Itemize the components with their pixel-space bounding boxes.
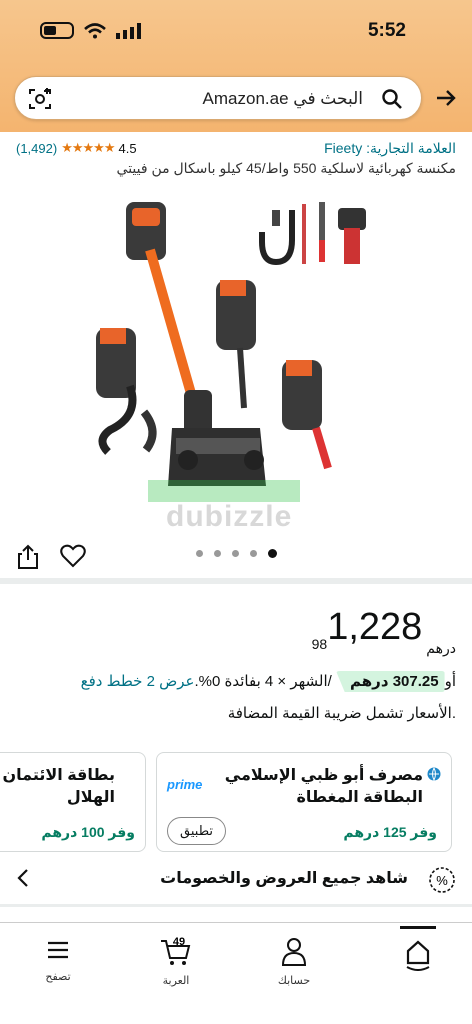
active-tab-indicator: [400, 926, 436, 929]
carousel-dot[interactable]: [250, 550, 257, 557]
status-icons: [40, 22, 142, 39]
status-time: 5:52: [367, 20, 406, 41]
price: درهم 1,228 98: [312, 606, 456, 657]
price-currency: درهم: [426, 640, 456, 656]
share-icon[interactable]: [16, 544, 40, 570]
offer-savings: وفر 125 درهم: [343, 824, 437, 840]
all-offers-link[interactable]: % شاهد جميع العروض والخصومات: [0, 858, 472, 902]
prime-badge: prime: [167, 777, 203, 792]
rating-count[interactable]: (1,492): [16, 141, 57, 156]
price-fraction: 98: [311, 636, 328, 652]
bottom-nav: حسابك 49 العربة تصفح: [0, 922, 472, 1024]
battery-icon: [40, 22, 74, 39]
accessory-images: [259, 202, 366, 266]
handheld-left: [96, 328, 157, 455]
carousel-dot[interactable]: [214, 550, 221, 557]
offer-savings: وفر 100 درهم: [41, 824, 135, 840]
carousel-dot[interactable]: [232, 550, 239, 557]
watermark: dubizzle: [166, 500, 293, 533]
payment-plans-link[interactable]: عرض 2 خطط دفع: [81, 673, 195, 690]
carousel-dots[interactable]: [196, 549, 277, 558]
divider: [0, 904, 472, 907]
carousel-dot[interactable]: [196, 550, 203, 557]
signal-icon: [116, 22, 141, 39]
heart-icon[interactable]: [60, 544, 86, 568]
person-icon: [281, 938, 307, 966]
cart-icon: 49: [161, 936, 191, 965]
bank-logo-icon: [427, 767, 441, 781]
rating[interactable]: (1,492) ★★★★★ 4.5: [16, 140, 137, 156]
installment-prefix: أو: [444, 673, 456, 690]
arrow-right-icon[interactable]: [434, 86, 458, 110]
bank-offer-card[interactable]: مصرف أبو ظبي الإسلامي البطاقة المغطاة pr…: [156, 752, 452, 852]
camera-search-icon[interactable]: [27, 86, 53, 112]
divider: [0, 578, 472, 584]
all-offers-label: شاهد جميع العروض والخصومات: [160, 870, 408, 887]
brand-link[interactable]: العلامة التجارية: Fieety: [324, 140, 456, 157]
installment-amount: 307.25 درهم: [336, 671, 445, 692]
installment-info: أو307.25 درهم /الشهر × 4 بفائدة 0%.عرض 2…: [81, 671, 456, 692]
chevron-left-icon: [17, 869, 28, 887]
product-image-gallery[interactable]: [0, 180, 472, 540]
product-title: مكنسة كهربائية لاسلكية 550 واط/45 كيلو ب…: [116, 160, 456, 176]
offer-title: بطاقة الائتمان ما الهلال: [0, 767, 115, 806]
search-icon[interactable]: [381, 88, 403, 110]
svg-text:%: %: [436, 873, 448, 888]
price-whole: 1,228: [327, 606, 423, 648]
rating-value: 4.5: [118, 140, 137, 156]
offer-title: مصرف أبو ظبي الإسلامي البطاقة المغطاة: [224, 767, 423, 806]
svg-text:49: 49: [173, 937, 185, 948]
nav-home[interactable]: [378, 937, 458, 978]
menu-icon: [48, 941, 68, 959]
nav-browse[interactable]: تصفح: [18, 937, 98, 983]
nav-account[interactable]: حسابك: [254, 937, 334, 987]
search-input[interactable]: البحث في Amazon.ae: [14, 76, 422, 120]
wifi-icon: [84, 22, 106, 38]
search-placeholder: البحث في Amazon.ae: [202, 89, 363, 108]
apply-button[interactable]: تطبيق: [167, 817, 226, 845]
header-bar: 5:52 البحث في Amazon.ae: [0, 0, 472, 132]
product-image[interactable]: [0, 180, 472, 540]
installment-text: /الشهر × 4 بفائدة 0%.: [194, 673, 337, 690]
brand-rating-row: العلامة التجارية: Fieety (1,492) ★★★★★ 4…: [16, 140, 456, 158]
handheld-middle: [216, 280, 256, 409]
home-icon: [406, 940, 430, 971]
status-bar: 5:52: [0, 0, 472, 62]
handheld-right: [282, 360, 332, 470]
discount-icon: %: [429, 867, 455, 893]
star-rating-icon: ★★★★★: [61, 140, 115, 155]
nav-cart[interactable]: 49 العربة: [136, 936, 216, 987]
credit-card-offer[interactable]: بطاقة الائتمان ما الهلال وفر 100 درهم: [0, 752, 146, 852]
carousel-dot-active[interactable]: [268, 549, 277, 558]
vat-note: .الأسعار تشمل ضريبة القيمة المضافة: [227, 705, 456, 722]
main-vacuum: [126, 202, 300, 502]
